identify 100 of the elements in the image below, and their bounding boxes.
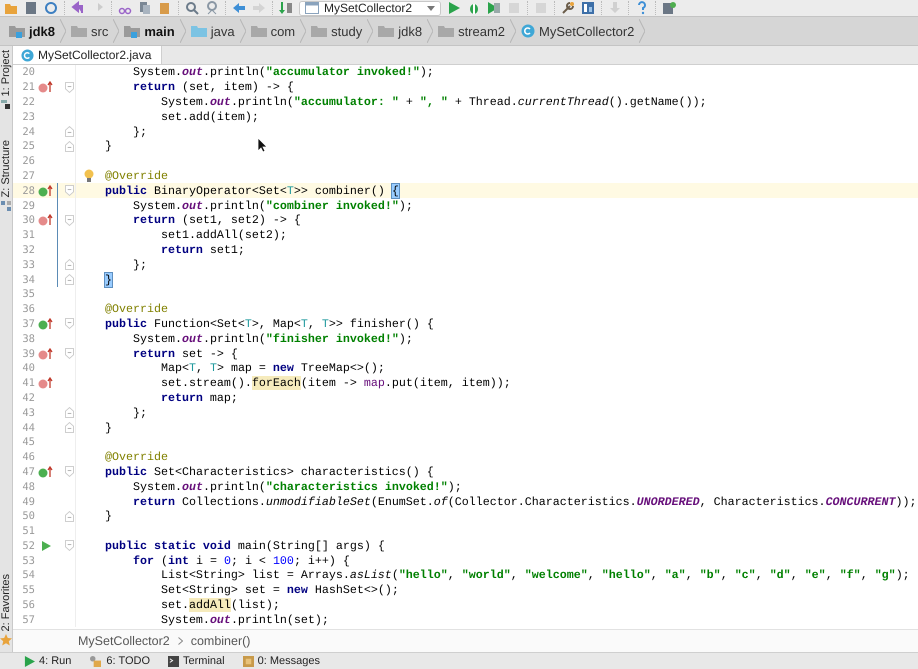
line-number: 47 (21, 466, 35, 478)
copy-icon[interactable] (138, 1, 152, 15)
undo-icon[interactable] (71, 1, 85, 15)
module-folder-icon (9, 24, 25, 38)
line-number: 42 (21, 392, 35, 404)
line-number: 38 (21, 332, 35, 345)
file-tab[interactable]: MySetCollector2.java (13, 46, 162, 64)
code-line: }; (132, 124, 147, 139)
editor-breadcrumb-item[interactable]: combiner() (190, 634, 250, 648)
line-number: 52 (21, 540, 35, 552)
line-number: 56 (21, 599, 35, 612)
chevron-icon (300, 19, 306, 43)
code-line: set.add(item); (160, 110, 259, 124)
fold-end-icon[interactable] (65, 140, 74, 152)
fold-icon[interactable] (65, 466, 74, 478)
paste-icon[interactable] (158, 1, 172, 15)
line-number: 36 (21, 303, 35, 316)
implements-marker-icon[interactable] (38, 214, 54, 226)
code-line: return set1; (160, 242, 245, 257)
line-number: 53 (21, 554, 35, 567)
code-line: }; (132, 258, 147, 272)
chevron-icon (367, 19, 374, 43)
search-icon[interactable] (185, 1, 199, 15)
code-line: Set<String> set = new HashSet<>(); (160, 583, 399, 598)
code-line: System.out.println("accumulator: " + ", " + Thread.currentThread().getName()); (160, 94, 707, 109)
fold-icon[interactable] (65, 318, 74, 330)
mouse-pointer-icon (257, 137, 267, 153)
lightbulb-icon[interactable] (84, 168, 94, 183)
run-icon[interactable] (40, 540, 52, 552)
breadcrumb-item[interactable]: java (186, 24, 240, 38)
tool-window-tab[interactable]: 2: Favorites (0, 574, 12, 631)
code-line: return Collections.unmodifiableSet(EnumSet.of(Collector.Characteristics.UNORDERED, Characteristics.CONCURRENT)); (132, 494, 917, 508)
chevron-icon (178, 637, 183, 645)
code-line: public static void main(String[] args) { (105, 538, 385, 553)
code-line: @Override (105, 450, 168, 464)
line-number: 41 (21, 377, 35, 390)
code-line: public Function<Set<T>, Map<T, T>> finisher() { (105, 316, 434, 331)
overrides-marker-icon[interactable] (38, 466, 54, 478)
run-configuration-dropdown[interactable]: MySetCollector2 (299, 0, 442, 16)
breadcrumb-item[interactable]: stream2 (433, 24, 510, 38)
line-number: 37 (21, 318, 35, 330)
tool-window-tab[interactable]: Z: Structure (0, 140, 12, 198)
breadcrumb-item[interactable]: jdk8 (373, 24, 428, 38)
replace-icon[interactable] (205, 1, 219, 15)
chevron-icon (113, 19, 120, 43)
module-folder-icon (124, 24, 140, 38)
fold-icon[interactable] (65, 82, 74, 93)
breadcrumb-item[interactable]: com (246, 24, 300, 38)
code-line: }; (132, 406, 147, 420)
code-line: return map; (160, 390, 238, 405)
tool-window-button[interactable]: Terminal (168, 655, 225, 667)
breadcrumb-item[interactable]: MySetCollector2 (516, 24, 640, 38)
fold-end-icon[interactable] (65, 259, 74, 270)
fold-icon[interactable] (65, 348, 74, 360)
fold-end-icon[interactable] (65, 274, 74, 286)
tool-window-tab[interactable]: 1: Project (0, 50, 12, 96)
line-number: 26 (21, 155, 35, 168)
fold-icon[interactable] (65, 540, 74, 552)
tool-window-button[interactable]: 4: Run (24, 655, 72, 667)
fold-icon[interactable] (65, 185, 74, 196)
line-number: 50 (21, 510, 35, 522)
implements-marker-icon[interactable] (38, 81, 54, 94)
coverage-icon[interactable] (487, 1, 502, 15)
tool-window-button[interactable]: 6: TODO (89, 655, 150, 667)
code-line: } (105, 509, 112, 524)
overrides-marker-icon[interactable] (38, 184, 54, 197)
breadcrumb-item[interactable]: study (306, 24, 368, 38)
chevron-icon (510, 19, 516, 43)
breadcrumb-item[interactable]: jdk8 (4, 24, 60, 38)
implements-marker-icon[interactable] (38, 348, 54, 360)
application-icon (305, 2, 319, 14)
chevron-icon (427, 19, 434, 43)
tool-window-button[interactable]: 0: Messages (242, 655, 320, 667)
code-line: for (int i = 0; i < 100; i++) { (132, 554, 350, 568)
fold-end-icon[interactable] (65, 422, 74, 434)
line-number: 33 (21, 258, 35, 271)
star-icon (0, 634, 12, 646)
fold-end-icon[interactable] (65, 407, 74, 418)
code-line: set1.addAll(set2); (160, 228, 287, 242)
fold-end-icon[interactable] (65, 126, 74, 138)
settings-icon[interactable] (561, 1, 576, 15)
code-line: return set -> { (132, 346, 238, 361)
project-structure-icon[interactable] (581, 1, 596, 15)
breadcrumb-item[interactable]: main (119, 24, 180, 38)
line-number: 30 (21, 214, 35, 226)
line-number: 57 (21, 614, 35, 626)
back-arrow-icon[interactable] (232, 1, 246, 15)
line-number: 51 (21, 525, 35, 538)
line-number: 43 (21, 406, 35, 419)
fold-icon[interactable] (65, 214, 74, 226)
build-icon[interactable] (279, 1, 293, 15)
implements-marker-icon[interactable] (38, 377, 54, 390)
line-number: 21 (21, 81, 35, 94)
fold-end-icon[interactable] (65, 510, 74, 522)
breadcrumb-item[interactable]: src (66, 24, 114, 38)
code-line: Map<T, T> map = new TreeMap<>(); (160, 361, 385, 376)
folder-icon (438, 24, 454, 38)
code-line: public Set<Characteristics> characteristics() { (105, 464, 434, 479)
overrides-marker-icon[interactable] (38, 318, 54, 330)
editor-breadcrumb-item[interactable]: MySetCollector2 (78, 634, 170, 648)
